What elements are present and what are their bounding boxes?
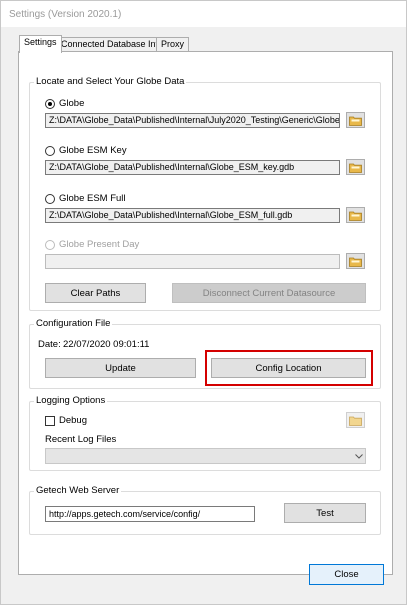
settings-window: Settings (Version 2020.1) Settings Conne… — [0, 0, 407, 605]
radio-globe-label: Globe — [59, 98, 85, 109]
logging-options-group: Logging Options Debug Recent Log Files — [29, 395, 381, 471]
folder-icon — [349, 163, 362, 173]
folder-icon — [349, 116, 362, 126]
radio-globe-esm-full-indicator[interactable] — [45, 193, 55, 204]
config-date-value: 22/07/2020 09:01:11 — [63, 339, 150, 350]
web-server-url-field[interactable]: http://apps.getech.com/service/config/ — [45, 506, 255, 522]
radio-globe-present-day-indicator[interactable] — [45, 239, 55, 250]
clear-paths-button[interactable]: Clear Paths — [45, 283, 146, 303]
logging-options-group-legend: Logging Options — [34, 395, 108, 406]
radio-globe-present-day-label: Globe Present Day — [59, 239, 140, 250]
test-button[interactable]: Test — [284, 503, 366, 523]
window-title: Settings (Version 2020.1) — [1, 1, 406, 27]
recent-log-files-label: Recent Log Files — [45, 434, 117, 445]
web-server-group: Getech Web Server http://apps.getech.com… — [29, 485, 381, 535]
radio-globe-esm-full[interactable]: Globe ESM Full — [45, 193, 126, 204]
radio-globe-esm-key[interactable]: Globe ESM Key — [45, 145, 127, 156]
disconnect-datasource-button: Disconnect Current Datasource — [172, 283, 366, 303]
debug-label: Debug — [59, 415, 87, 426]
config-date-label: Date: — [38, 339, 61, 350]
update-button[interactable]: Update — [45, 358, 196, 378]
open-log-folder-button[interactable] — [346, 412, 365, 428]
folder-icon — [349, 211, 362, 221]
browse-globe-button[interactable] — [346, 112, 365, 128]
folder-icon — [349, 257, 362, 267]
chevron-down-icon — [355, 454, 363, 459]
settings-tab-panel: Locate and Select Your Globe Data Globe … — [18, 51, 393, 575]
folder-icon — [349, 416, 362, 426]
radio-globe-esm-key-indicator[interactable] — [45, 145, 55, 156]
globe-esm-key-path-field[interactable]: Z:\DATA\Globe_Data\Published\Internal\Gl… — [45, 160, 340, 175]
configuration-file-group-legend: Configuration File — [34, 318, 113, 329]
radio-globe-esm-full-label: Globe ESM Full — [59, 193, 126, 204]
radio-globe-indicator[interactable] — [45, 98, 55, 109]
globe-data-group-legend: Locate and Select Your Globe Data — [34, 76, 187, 87]
radio-globe-esm-key-label: Globe ESM Key — [59, 145, 127, 156]
web-server-group-legend: Getech Web Server — [34, 485, 122, 496]
globe-present-day-path-field — [45, 254, 340, 269]
tab-settings[interactable]: Settings — [19, 35, 62, 53]
globe-data-group: Locate and Select Your Globe Data Globe … — [29, 76, 381, 311]
radio-globe[interactable]: Globe — [45, 98, 84, 109]
browse-globe-esm-full-button[interactable] — [346, 207, 365, 223]
close-button[interactable]: Close — [309, 564, 384, 585]
tab-connected-database-info[interactable]: Connected Database Info — [56, 37, 169, 52]
highlight-box — [205, 350, 373, 386]
recent-log-files-dropdown[interactable] — [45, 448, 366, 464]
globe-path-field[interactable]: Z:\DATA\Globe_Data\Published\Internal\Ju… — [45, 113, 340, 128]
browse-globe-present-day-button[interactable] — [346, 253, 365, 269]
globe-esm-full-path-field[interactable]: Z:\DATA\Globe_Data\Published\Internal\Gl… — [45, 208, 340, 223]
debug-checkbox[interactable] — [45, 416, 55, 426]
browse-globe-esm-key-button[interactable] — [346, 159, 365, 175]
tab-proxy[interactable]: Proxy — [156, 37, 190, 52]
radio-globe-present-day[interactable]: Globe Present Day — [45, 239, 139, 250]
